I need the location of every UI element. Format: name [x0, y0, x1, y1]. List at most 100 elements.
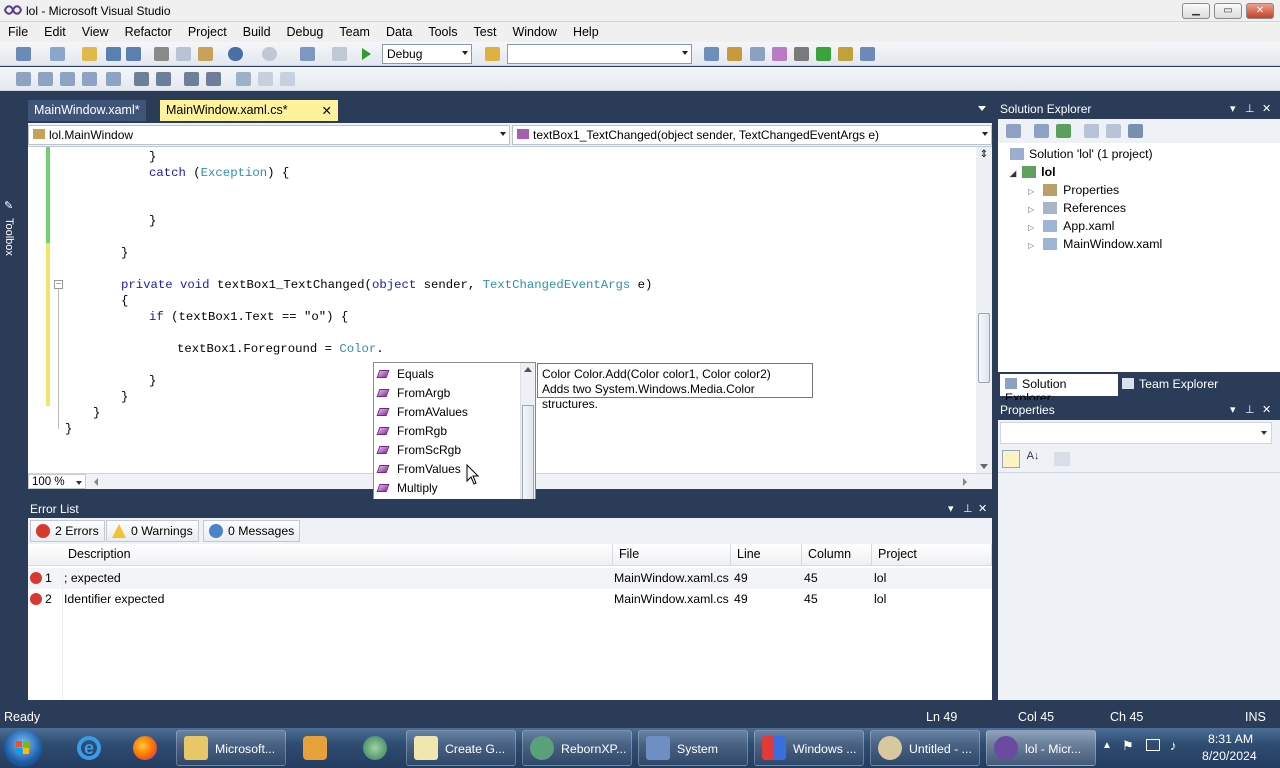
alphabetical-icon[interactable]: A↓	[1024, 450, 1042, 468]
object-select[interactable]	[1000, 422, 1272, 444]
internet-explorer-pin[interactable]: e	[66, 730, 112, 766]
prev-bookmark-icon[interactable]	[236, 72, 251, 86]
minimize-button[interactable]: ▁	[1182, 3, 1210, 19]
toolbox-rail[interactable]: ✎ Toolbox	[0, 96, 22, 700]
copy-icon[interactable]	[176, 47, 191, 61]
taskbar-item-windows[interactable]: Windows ...	[754, 730, 864, 766]
property-pages-icon[interactable]	[1054, 452, 1070, 466]
menu-file[interactable]: File	[0, 22, 36, 42]
solution-configuration-select[interactable]: Debug	[382, 44, 472, 64]
new-project-icon[interactable]	[16, 47, 31, 61]
menu-build[interactable]: Build	[235, 22, 279, 42]
menu-window[interactable]: Window	[504, 22, 564, 42]
class-diagram-icon[interactable]	[1128, 124, 1143, 138]
pin-icon[interactable]: ⊥	[1245, 102, 1255, 115]
open-icon[interactable]	[82, 47, 97, 61]
panel-menu-icon[interactable]: ▾	[948, 502, 954, 515]
scroll-right-icon[interactable]	[963, 478, 967, 486]
taskbar-item-rebornxp[interactable]: RebornXP...	[522, 730, 632, 766]
show-all-files-icon[interactable]	[1034, 124, 1049, 138]
firefox-pin[interactable]	[122, 730, 168, 766]
uncomment-icon[interactable]	[184, 72, 199, 86]
column-project[interactable]: Project	[872, 544, 992, 566]
menu-team[interactable]: Team	[331, 22, 378, 42]
save-all-icon[interactable]	[126, 47, 141, 61]
errors-filter-button[interactable]: 2 Errors	[30, 520, 105, 542]
tab-mainwindow-xaml-cs[interactable]: MainWindow.xaml.cs* ✕	[160, 100, 338, 121]
split-icon[interactable]: ⇕	[978, 149, 990, 163]
decrease-indent-icon[interactable]	[106, 72, 121, 86]
table-row[interactable]: 2 Identifier expected MainWindow.xaml.cs 49…	[28, 589, 992, 610]
bookmark-icon[interactable]	[206, 72, 221, 86]
intellisense-item[interactable]: FromArgb	[376, 383, 450, 402]
menu-tools[interactable]: Tools	[420, 22, 465, 42]
start-page-icon[interactable]	[816, 47, 831, 61]
command-window-icon[interactable]	[860, 47, 875, 61]
find-in-files-icon[interactable]	[485, 47, 500, 61]
column-column[interactable]: Column	[802, 544, 872, 566]
member-dropdown[interactable]: textBox1_TextChanged(object sender, Text…	[512, 125, 992, 145]
view-code-icon[interactable]	[1084, 124, 1099, 138]
save-icon[interactable]	[106, 47, 121, 61]
navigate-backward-icon[interactable]	[300, 47, 315, 61]
scroll-up-icon[interactable]	[524, 367, 532, 372]
paste-icon[interactable]	[198, 47, 213, 61]
find-combo[interactable]	[507, 44, 692, 64]
clear-bookmarks-icon[interactable]	[280, 72, 295, 86]
panel-menu-icon[interactable]: ▾	[1230, 403, 1236, 416]
view-designer-icon[interactable]	[1106, 124, 1121, 138]
taskbar-item-paint[interactable]: Untitled - ...	[870, 730, 980, 766]
intellisense-item[interactable]: Equals	[376, 364, 434, 383]
clock-date[interactable]: 8/20/2024	[1202, 749, 1257, 763]
navigate-forward-icon[interactable]	[332, 47, 347, 61]
refresh-icon[interactable]	[1056, 124, 1071, 138]
complete-word-icon[interactable]	[82, 72, 97, 86]
flag-icon[interactable]: ⚑	[1122, 738, 1134, 754]
tools-icon[interactable]	[794, 47, 809, 61]
taskbar-item-visual-studio[interactable]: lol - Micr...	[986, 730, 1096, 766]
increase-indent-icon[interactable]	[134, 72, 149, 86]
tree-item[interactable]: ▷ Properties	[1028, 183, 1119, 197]
network-icon[interactable]	[1146, 739, 1160, 751]
intellisense-item[interactable]: FromAValues	[376, 402, 468, 421]
properties-icon[interactable]	[1006, 124, 1021, 138]
tree-project-node[interactable]: ◢ lol	[1010, 165, 1056, 179]
close-tab-icon[interactable]: ✕	[322, 103, 332, 118]
expand-arrow-icon[interactable]: ▷	[1028, 187, 1034, 196]
media-player-pin[interactable]	[292, 730, 338, 766]
clock-time[interactable]: 8:31 AM	[1208, 732, 1253, 746]
tree-item[interactable]: ▷ App.xaml	[1028, 219, 1114, 233]
class-dropdown[interactable]: lol.MainWindow	[28, 125, 510, 145]
object-browser-icon[interactable]	[750, 47, 765, 61]
intellisense-item[interactable]: FromValues	[376, 459, 461, 478]
column-file[interactable]: File	[613, 544, 731, 566]
panel-menu-icon[interactable]: ▾	[1230, 102, 1236, 115]
close-icon[interactable]: ✕	[978, 502, 987, 515]
browser-pin[interactable]	[352, 730, 398, 766]
volume-muted-icon[interactable]: ♪	[1170, 738, 1177, 753]
tab-dropdown-icon[interactable]	[978, 106, 986, 111]
tree-item[interactable]: ▷ References	[1028, 201, 1126, 215]
pin-icon[interactable]: ⊥	[963, 502, 973, 515]
menu-data[interactable]: Data	[378, 22, 420, 42]
menu-refactor[interactable]: Refactor	[117, 22, 180, 42]
redo-icon[interactable]	[262, 47, 277, 61]
start-button[interactable]	[4, 729, 42, 767]
properties-window-icon[interactable]	[727, 47, 742, 61]
extension-manager-icon[interactable]	[838, 47, 853, 61]
cut-icon[interactable]	[154, 47, 169, 61]
intellisense-item[interactable]: Multiply	[376, 478, 438, 497]
add-item-icon[interactable]	[50, 47, 65, 61]
quick-info-icon[interactable]	[60, 72, 75, 86]
taskbar-item-system[interactable]: System	[638, 730, 748, 766]
tab-mainwindow-xaml[interactable]: MainWindow.xaml*	[28, 100, 146, 121]
scroll-left-icon[interactable]	[94, 478, 98, 486]
expand-arrow-icon[interactable]: ▷	[1028, 223, 1034, 232]
column-line[interactable]: Line	[731, 544, 802, 566]
taskbar-item-explorer[interactable]: Microsoft...	[176, 730, 286, 766]
expand-arrow-icon[interactable]: ▷	[1028, 241, 1034, 250]
expand-arrow-icon[interactable]: ▷	[1028, 205, 1034, 214]
solution-explorer-icon[interactable]	[704, 47, 719, 61]
zoom-select[interactable]: 100 %	[28, 474, 86, 489]
member-list-icon[interactable]	[16, 72, 31, 86]
